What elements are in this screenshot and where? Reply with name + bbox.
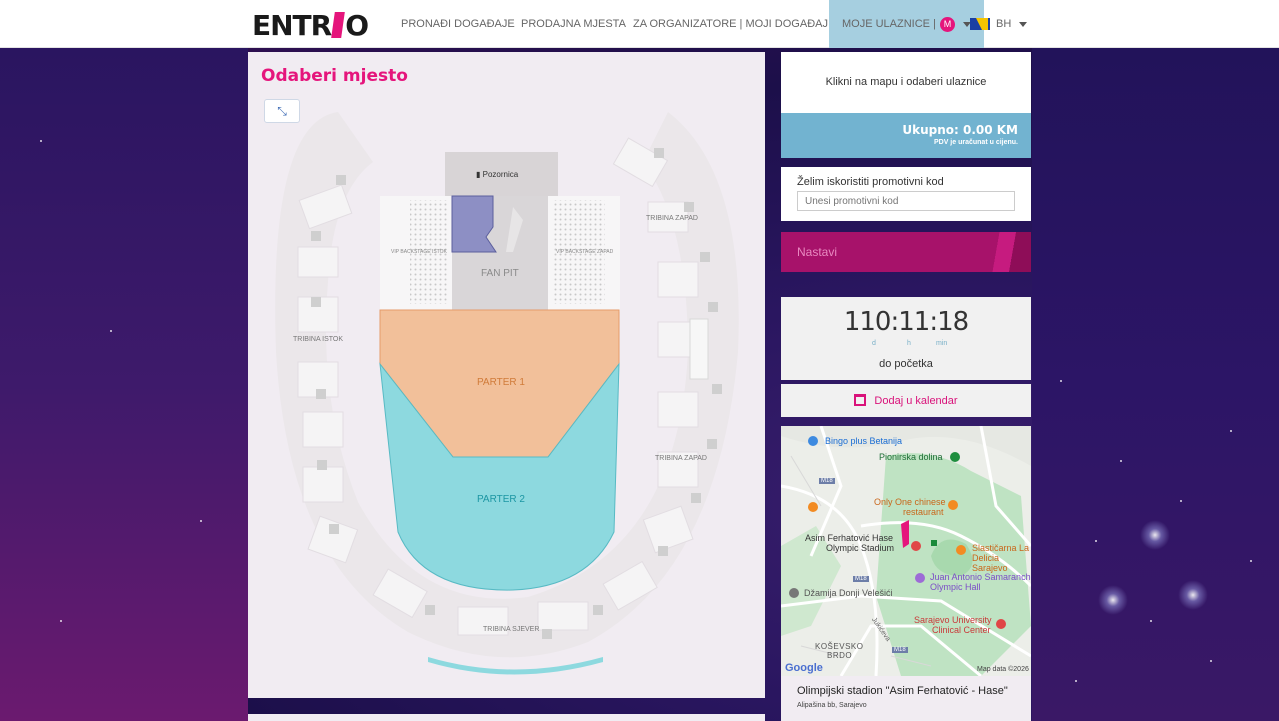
nav-label: PRODAJNA MJESTA — [521, 18, 626, 30]
map-place-label: Clinical Center — [932, 625, 991, 635]
road-badge: M18 — [892, 647, 908, 653]
map-place-label: Sarajevo University — [914, 615, 992, 625]
parter-1-label: PARTER 1 — [477, 377, 525, 388]
background-left — [0, 48, 248, 721]
star — [1120, 460, 1122, 462]
map-place-label: Bingo plus Betanija — [825, 436, 903, 446]
fan-pit-label: FAN PIT — [481, 268, 519, 279]
venue-name: Olimpijski stadion "Asim Ferhatović - Ha… — [797, 685, 1008, 697]
countdown-days: 110 — [843, 307, 892, 337]
promo-code-box: Želim iskoristiti promotivni kod — [781, 167, 1031, 221]
nav-label: ZA ORGANIZATORE | MOJI DOGAĐAJI — [633, 18, 832, 30]
stage-label: ▮ Pozornica — [476, 170, 519, 179]
flag-bh-icon — [970, 18, 990, 30]
chevron-down-icon — [1019, 21, 1028, 27]
language-selector[interactable]: BH — [970, 0, 1028, 48]
unit-hours: h — [907, 340, 911, 347]
map-district-label: KOŠEVSKO — [815, 642, 864, 651]
tribune-west-bottom-label: TRIBINA ZAPAD — [655, 455, 707, 462]
road-badge: M18 — [853, 576, 869, 582]
countdown-label: do početka — [879, 358, 933, 370]
stage-name: Pozornica — [482, 170, 519, 179]
map-place-label: Olympic Hall — [930, 582, 981, 592]
star — [1060, 380, 1062, 382]
fan-pit-selected-zone[interactable] — [451, 195, 497, 253]
star — [110, 330, 112, 332]
vat-note: PDV je uračunat u cijenu. — [933, 139, 1018, 146]
vip-right-label: VIP BACKSTAGE ZAPAD — [556, 249, 614, 255]
star — [1075, 680, 1077, 682]
continue-button[interactable]: Nastavi — [781, 232, 1031, 272]
map-place-label: Džamija Donji Velešići — [804, 588, 893, 598]
map-place-label: Juan Antonio Samaranch — [930, 572, 1031, 582]
sparkle — [1178, 580, 1208, 610]
add-to-calendar-button[interactable]: Dodaj u kalendar — [781, 384, 1031, 417]
road-badge: M18 — [819, 478, 835, 484]
star — [1210, 660, 1212, 662]
promo-code-input[interactable] — [797, 191, 1015, 211]
map-place-label: Only One chinese — [874, 497, 946, 507]
promo-label: Želim iskoristiti promotivni kod — [797, 176, 944, 188]
venue-map[interactable]: Bingo plus Betanija Pionirska dolina Onl… — [781, 426, 1031, 676]
star — [1150, 620, 1152, 622]
star — [1095, 540, 1097, 542]
map-place-label: Delicia Sarajevo — [972, 553, 1008, 573]
map-district-label: BRDO — [827, 651, 853, 660]
google-logo: Google — [785, 662, 823, 674]
map-attribution: Map data ©2026 — [977, 666, 1029, 673]
nav-find-events[interactable]: PRONAĐI DOGAĐAJE — [401, 0, 515, 48]
tribune-east-label: TRIBINA ISTOK — [293, 336, 344, 343]
stadium-map — [275, 112, 739, 675]
nav-organizers[interactable]: ZA ORGANIZATORE | MOJI DOGAĐAJI — [633, 0, 848, 48]
map-place-label: restaurant — [903, 507, 944, 517]
cart-hint: Klikni na mapu i odaberi ulaznice — [825, 76, 987, 88]
calendar-icon — [854, 394, 867, 406]
star — [1180, 500, 1182, 502]
cart-summary: Klikni na mapu i odaberi ulaznice Ukupno… — [781, 52, 1031, 158]
nav-label: PRONAĐI DOGAĐAJE — [401, 18, 515, 30]
site-header: ENTR O PRONAĐI DOGAĐAJE PRODAJNA MJESTA Z… — [0, 0, 1279, 48]
countdown-minutes: 18 — [937, 307, 969, 337]
background-right — [1032, 48, 1279, 721]
sparkle — [1098, 585, 1128, 615]
map-place-label: Olympic Stadium — [826, 543, 895, 553]
venue-info: Olimpijski stadion "Asim Ferhatović - Ha… — [781, 676, 1031, 721]
calendar-label: Dodaj u kalendar — [874, 395, 958, 407]
seating-map-panel: Odaberi mjesto ⤡ ▮ Pozornica FAN PIT VIP… — [248, 52, 765, 698]
map-place-label: Asim Ferhatović Hase — [805, 533, 894, 543]
unit-minutes: min — [936, 340, 948, 347]
continue-label: Nastavi — [797, 245, 838, 259]
map-place-label: Pionirska dolina — [879, 452, 943, 462]
tribune-north-label: TRIBINA SJEVER — [483, 626, 540, 633]
entrio-logo[interactable]: ENTR O — [252, 9, 369, 42]
countdown-hours: 11 — [898, 307, 930, 337]
nav-label: MOJE ULAZNICE | — [842, 18, 936, 30]
parter-2-label: PARTER 2 — [477, 494, 525, 505]
vip-left-label: VIP BACKSTAGE ISTOK — [391, 249, 447, 255]
nav-label: BH — [996, 18, 1012, 30]
star — [40, 140, 42, 142]
unit-days: d — [872, 340, 876, 347]
star — [60, 620, 62, 622]
venue-address: Alipašina bb, Sarajevo — [797, 702, 867, 709]
countdown-box: 110:11:18 d h min do početka — [781, 297, 1031, 380]
sparkle — [1140, 520, 1170, 550]
cart-total: Ukupno: 0.00 KM — [902, 123, 1018, 137]
button-decoration — [983, 232, 1031, 272]
map-panel-bottom — [248, 714, 765, 721]
map-place-label: Slastičarna La — [972, 543, 1030, 553]
nav-sales-points[interactable]: PRODAJNA MJESTA — [521, 0, 626, 48]
tribune-west-top-label: TRIBINA ZAPAD — [646, 215, 698, 222]
nav-my-tickets[interactable]: MOJE ULAZNICE | M — [829, 0, 984, 48]
cart-total-bar: Ukupno: 0.00 KM PDV je uračunat u cijenu… — [781, 113, 1031, 158]
avatar: M — [939, 16, 955, 32]
countdown-timer: 110:11:18 — [843, 307, 969, 337]
star — [200, 520, 202, 522]
star — [1230, 430, 1232, 432]
star — [1250, 560, 1252, 562]
